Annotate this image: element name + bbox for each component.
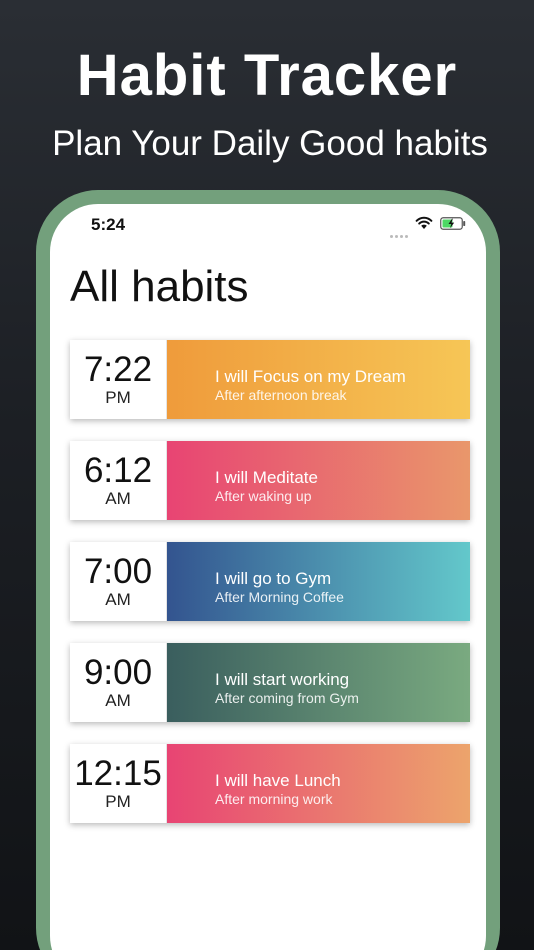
habit-list: 7:22 PM I will Focus on my Dream After a… bbox=[70, 340, 470, 845]
habit-name: I will start working bbox=[215, 669, 350, 689]
habit-time-ampm: AM bbox=[105, 690, 131, 710]
habit-time-value: 6:12 bbox=[83, 450, 153, 490]
habit-trigger: After coming from Gym bbox=[215, 689, 359, 706]
status-time: 5:24 bbox=[91, 215, 126, 234]
habit-name: I will Focus on my Dream bbox=[215, 366, 406, 386]
habit-trigger: After Morning Coffee bbox=[215, 588, 344, 605]
habit-trigger: After morning work bbox=[215, 790, 333, 807]
habit-name: I will go to Gym bbox=[215, 568, 332, 588]
habit-info: I will Meditate After waking up bbox=[167, 441, 470, 520]
phone-screen: 5:24 All habits 7:22 PM I will Focus on … bbox=[50, 204, 486, 950]
habit-time-value: 9:00 bbox=[83, 652, 153, 692]
phone-frame: 5:24 All habits 7:22 PM I will Focus on … bbox=[36, 190, 500, 950]
habit-time-value: 7:00 bbox=[83, 551, 153, 591]
habit-info: I will have Lunch After morning work bbox=[167, 744, 470, 823]
habit-time: 6:12 AM bbox=[70, 441, 167, 520]
battery-charging-icon bbox=[440, 217, 466, 230]
habit-time-ampm: AM bbox=[105, 589, 131, 609]
habit-time-ampm: PM bbox=[105, 387, 131, 407]
habit-info: I will Focus on my Dream After afternoon… bbox=[167, 340, 470, 419]
habit-time-ampm: PM bbox=[105, 791, 131, 811]
habit-trigger: After afternoon break bbox=[215, 386, 347, 403]
habit-card-start-working[interactable]: 9:00 AM I will start working After comin… bbox=[70, 643, 470, 722]
habit-card-focus-dream[interactable]: 7:22 PM I will Focus on my Dream After a… bbox=[70, 340, 470, 419]
habit-time-ampm: AM bbox=[105, 488, 131, 508]
habit-card-meditate[interactable]: 6:12 AM I will Meditate After waking up bbox=[70, 441, 470, 520]
habit-card-lunch[interactable]: 12:15 PM I will have Lunch After morning… bbox=[70, 744, 470, 823]
habit-card-gym[interactable]: 7:00 AM I will go to Gym After Morning C… bbox=[70, 542, 470, 621]
habit-time: 7:00 AM bbox=[70, 542, 167, 621]
habit-time: 7:22 PM bbox=[70, 340, 167, 419]
habit-time-value: 12:15 bbox=[74, 753, 162, 793]
promo-subtitle: Plan Your Daily Good habits bbox=[52, 124, 488, 163]
habit-name: I will have Lunch bbox=[215, 770, 341, 790]
habit-time-value: 7:22 bbox=[83, 349, 153, 389]
page-title: All habits bbox=[70, 262, 249, 311]
promo-title: Habit Tracker bbox=[76, 43, 458, 108]
habit-trigger: After waking up bbox=[215, 487, 312, 504]
habit-name: I will Meditate bbox=[215, 467, 318, 487]
signal-dots-icon bbox=[390, 225, 410, 238]
habit-time: 9:00 AM bbox=[70, 643, 167, 722]
habit-info: I will start working After coming from G… bbox=[167, 643, 470, 722]
wifi-icon bbox=[415, 216, 433, 229]
habit-time: 12:15 PM bbox=[70, 744, 167, 823]
habit-info: I will go to Gym After Morning Coffee bbox=[167, 542, 470, 621]
status-bar: 5:24 bbox=[50, 204, 486, 244]
